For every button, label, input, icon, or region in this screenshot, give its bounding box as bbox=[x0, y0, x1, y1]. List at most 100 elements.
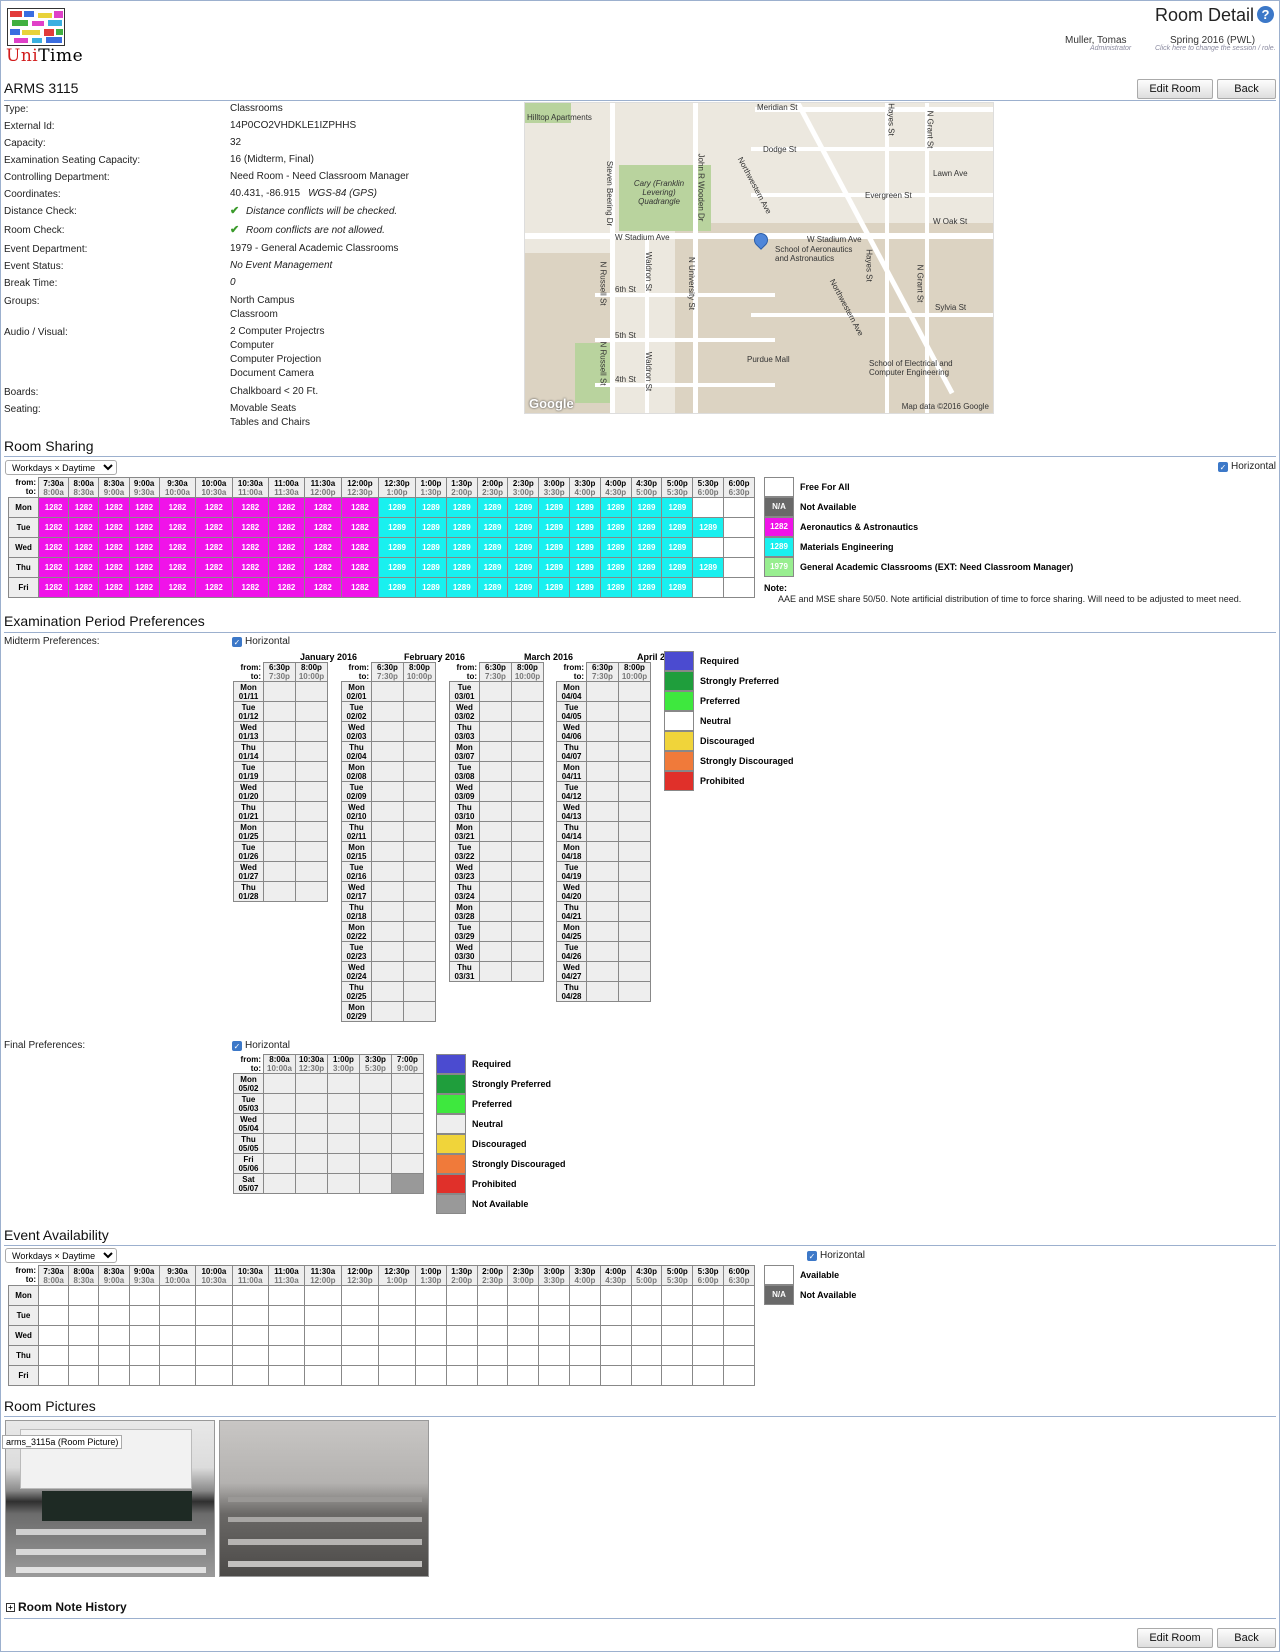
event-cell[interactable] bbox=[340, 1285, 380, 1306]
sharing-time-header[interactable]: 10:00a 10:30a bbox=[195, 477, 233, 498]
legend-item[interactable]: Available bbox=[764, 1265, 964, 1285]
sharing-cell[interactable]: 1289 bbox=[445, 517, 478, 538]
exam-pref-cell[interactable] bbox=[618, 721, 651, 742]
final-pref-cell[interactable] bbox=[295, 1073, 328, 1094]
sharing-cell[interactable]: 1282 bbox=[37, 517, 70, 538]
event-cell[interactable] bbox=[445, 1305, 478, 1326]
legend-swatch[interactable] bbox=[764, 477, 794, 497]
checkbox-checked-icon[interactable]: ✓ bbox=[807, 1251, 817, 1261]
event-time-header[interactable]: 8:30a 9:00a bbox=[98, 1265, 130, 1286]
exam-pref-cell[interactable] bbox=[586, 681, 619, 702]
event-cell[interactable] bbox=[599, 1365, 632, 1386]
sharing-cell[interactable]: 1289 bbox=[569, 557, 601, 578]
sharing-time-header[interactable]: 11:30a 12:00p bbox=[303, 477, 342, 498]
event-cell[interactable] bbox=[569, 1345, 601, 1366]
sharing-cell[interactable]: 1289 bbox=[476, 577, 509, 598]
room-location-map[interactable]: Hilltop Apartments Meridian St Dodge St … bbox=[524, 102, 994, 414]
sharing-time-header[interactable]: 1:00p 1:30p bbox=[415, 477, 447, 498]
event-horizontal-checkbox[interactable]: ✓ Horizontal bbox=[807, 1250, 865, 1261]
sharing-time-header[interactable]: 5:30p 6:00p bbox=[692, 477, 725, 498]
sharing-cell[interactable]: 1282 bbox=[303, 557, 342, 578]
sharing-time-header[interactable]: 2:30p 3:00p bbox=[507, 477, 540, 498]
final-pref-cell[interactable] bbox=[391, 1073, 424, 1094]
sharing-time-header[interactable]: 3:00p 3:30p bbox=[538, 477, 571, 498]
sharing-cell[interactable]: 1282 bbox=[195, 577, 233, 598]
event-time-header[interactable]: 11:00a 11:30a bbox=[268, 1265, 305, 1286]
sharing-cell[interactable]: 1289 bbox=[661, 557, 694, 578]
event-cell[interactable] bbox=[128, 1305, 160, 1326]
day-header[interactable]: Tue bbox=[8, 517, 39, 538]
final-date-header[interactable]: Thu 05/05 bbox=[233, 1133, 264, 1154]
exam-time-header[interactable]: 8:00p 10:00p bbox=[295, 662, 328, 682]
final-time-header[interactable]: 7:00p 9:00p bbox=[391, 1054, 424, 1074]
legend-swatch[interactable] bbox=[664, 651, 694, 671]
exam-time-header[interactable]: 6:30p 7:30p bbox=[371, 662, 404, 682]
room-picture-2[interactable] bbox=[219, 1420, 429, 1577]
legend-item[interactable]: Required bbox=[664, 651, 824, 671]
exam-pref-cell[interactable] bbox=[586, 861, 619, 882]
exam-date-header[interactable]: Thu 02/11 bbox=[341, 821, 372, 842]
event-time-header[interactable]: 8:00a 8:30a bbox=[68, 1265, 100, 1286]
event-cell[interactable] bbox=[98, 1305, 130, 1326]
exam-pref-cell[interactable] bbox=[618, 881, 651, 902]
help-icon[interactable]: ? bbox=[1257, 6, 1274, 23]
exam-pref-cell[interactable] bbox=[403, 881, 436, 902]
event-cell[interactable] bbox=[661, 1285, 694, 1306]
sharing-cell[interactable]: 1289 bbox=[377, 517, 417, 538]
legend-swatch[interactable] bbox=[664, 751, 694, 771]
sharing-cell[interactable]: 1289 bbox=[630, 497, 663, 518]
exam-pref-cell[interactable] bbox=[479, 881, 512, 902]
exam-pref-cell[interactable] bbox=[511, 781, 544, 802]
event-cell[interactable] bbox=[37, 1325, 70, 1346]
sharing-cell[interactable]: 1282 bbox=[195, 557, 233, 578]
event-cell[interactable] bbox=[630, 1365, 663, 1386]
event-time-header[interactable]: 6:00p 6:30p bbox=[723, 1265, 755, 1286]
sharing-cell[interactable]: 1282 bbox=[68, 577, 100, 598]
legend-swatch[interactable] bbox=[436, 1174, 466, 1194]
event-cell[interactable] bbox=[340, 1305, 380, 1326]
event-cell[interactable] bbox=[723, 1345, 755, 1366]
sharing-cell[interactable]: 1289 bbox=[538, 577, 571, 598]
event-grid[interactable]: from: to: 7:30a 8:00a 8:00a 8:30a 8:30a 9:00a 9:… bbox=[8, 1265, 755, 1386]
exam-pref-cell[interactable] bbox=[618, 761, 651, 782]
exam-pref-cell[interactable] bbox=[479, 681, 512, 702]
sharing-time-header[interactable]: 9:00a 9:30a bbox=[128, 477, 160, 498]
event-cell[interactable] bbox=[599, 1305, 632, 1326]
exam-pref-cell[interactable] bbox=[586, 841, 619, 862]
exam-date-header[interactable]: Wed 03/23 bbox=[449, 861, 480, 882]
legend-swatch[interactable] bbox=[764, 1265, 794, 1285]
exam-pref-cell[interactable] bbox=[295, 701, 328, 722]
legend-swatch[interactable]: 1979 bbox=[764, 557, 794, 577]
legend-swatch[interactable] bbox=[664, 731, 694, 751]
exam-date-header[interactable]: Wed 04/20 bbox=[556, 881, 587, 902]
event-cell[interactable] bbox=[692, 1285, 725, 1306]
event-cell[interactable] bbox=[303, 1365, 342, 1386]
event-mode-select[interactable]: Workdays × Daytime bbox=[5, 1248, 117, 1263]
exam-pref-cell[interactable] bbox=[586, 961, 619, 982]
event-cell[interactable] bbox=[415, 1305, 447, 1326]
exam-date-header[interactable]: Thu 03/10 bbox=[449, 801, 480, 822]
sharing-time-header[interactable]: 8:30a 9:00a bbox=[98, 477, 130, 498]
midterm-horizontal-checkbox[interactable]: ✓ Horizontal bbox=[232, 636, 290, 647]
exam-pref-cell[interactable] bbox=[371, 1001, 404, 1022]
back-button[interactable]: Back bbox=[1217, 79, 1276, 99]
event-cell[interactable] bbox=[303, 1305, 342, 1326]
exam-pref-cell[interactable] bbox=[403, 801, 436, 822]
final-pref-cell[interactable] bbox=[391, 1113, 424, 1134]
exam-pref-cell[interactable] bbox=[586, 921, 619, 942]
legend-item[interactable]: 1282 Aeronautics & Astronautics bbox=[764, 517, 1164, 537]
sharing-cell[interactable]: 1282 bbox=[195, 517, 233, 538]
final-pref-cell[interactable] bbox=[327, 1133, 360, 1154]
legend-item[interactable]: N/A Not Available bbox=[764, 497, 1164, 517]
event-cell[interactable] bbox=[195, 1325, 233, 1346]
sharing-cell[interactable]: 1289 bbox=[661, 577, 694, 598]
exam-pref-cell[interactable] bbox=[403, 901, 436, 922]
exam-date-header[interactable]: Wed 04/06 bbox=[556, 721, 587, 742]
event-cell[interactable] bbox=[128, 1365, 160, 1386]
legend-swatch[interactable] bbox=[436, 1154, 466, 1174]
exam-pref-cell[interactable] bbox=[618, 841, 651, 862]
event-cell[interactable] bbox=[195, 1285, 233, 1306]
exam-pref-cell[interactable] bbox=[263, 701, 296, 722]
sharing-time-header[interactable]: 10:30a 11:00a bbox=[231, 477, 270, 498]
exam-pref-cell[interactable] bbox=[511, 821, 544, 842]
